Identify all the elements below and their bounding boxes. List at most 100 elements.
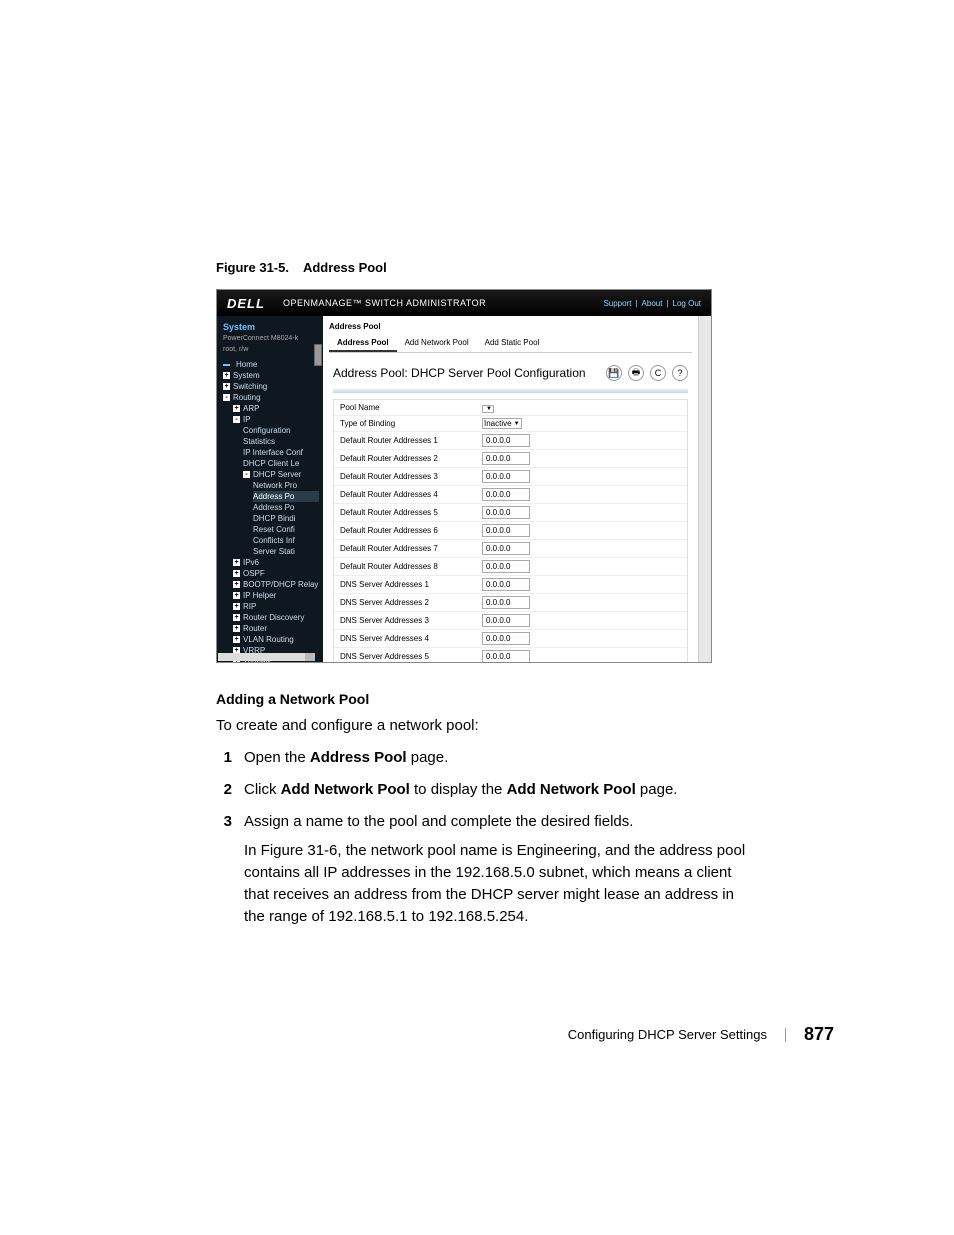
tree-item[interactable]: IP bbox=[233, 414, 319, 425]
link-about[interactable]: About bbox=[642, 299, 663, 308]
tree-item[interactable]: IP Helper bbox=[233, 590, 319, 601]
tree-item-label: DHCP Client Le bbox=[243, 458, 299, 469]
link-support[interactable]: Support bbox=[603, 299, 631, 308]
tree-item[interactable]: Configuration bbox=[243, 425, 319, 436]
step-text: Assign a name to the pool and complete t… bbox=[244, 811, 746, 928]
refresh-icon[interactable]: C bbox=[650, 365, 666, 381]
field-input[interactable]: 0.0.0.0 bbox=[482, 488, 530, 501]
tab[interactable]: Add Network Pool bbox=[397, 335, 477, 352]
print-icon[interactable]: 🖶 bbox=[628, 365, 644, 381]
tree-item[interactable]: IPv6 bbox=[233, 557, 319, 568]
field-row: Default Router Addresses 50.0.0.0 bbox=[334, 503, 687, 521]
home-icon bbox=[223, 364, 230, 366]
field-label: Default Router Addresses 8 bbox=[334, 559, 478, 574]
tree-item[interactable]: Conflicts Inf bbox=[253, 535, 319, 546]
sidebar-scrollbar[interactable] bbox=[314, 344, 322, 366]
tree-item[interactable]: Address Po bbox=[253, 491, 319, 502]
content-main: Address Pool Address PoolAdd Network Poo… bbox=[323, 316, 698, 662]
tree-item[interactable]: Router Discovery bbox=[233, 612, 319, 623]
field-row: Default Router Addresses 10.0.0.0 bbox=[334, 431, 687, 449]
expand-icon[interactable] bbox=[233, 614, 240, 621]
field-input[interactable]: 0.0.0.0 bbox=[482, 452, 530, 465]
expand-icon[interactable] bbox=[233, 592, 240, 599]
field-input[interactable]: 0.0.0.0 bbox=[482, 470, 530, 483]
page-number: 877 bbox=[804, 1024, 834, 1045]
field-input[interactable]: 0.0.0.0 bbox=[482, 596, 530, 609]
field-select[interactable]: Inactive▼ bbox=[482, 418, 522, 429]
figure-caption-title: Address Pool bbox=[303, 260, 387, 275]
tree-item[interactable]: Switching bbox=[223, 381, 319, 392]
field-input[interactable]: 0.0.0.0 bbox=[482, 614, 530, 627]
field-label: DNS Server Addresses 1 bbox=[334, 577, 478, 592]
expand-icon[interactable] bbox=[233, 603, 240, 610]
step: 1 Open the Address Pool page. bbox=[216, 747, 746, 769]
tree-item-label: ARP bbox=[243, 403, 259, 414]
expand-icon[interactable] bbox=[233, 570, 240, 577]
field-row: Default Router Addresses 7 0.0.0.0 bbox=[334, 539, 687, 557]
section-heading: Adding a Network Pool bbox=[216, 689, 746, 709]
tree-item[interactable]: System bbox=[223, 370, 319, 381]
field-input[interactable]: 0.0.0.0 bbox=[482, 542, 530, 555]
content-scrollbar[interactable] bbox=[698, 316, 711, 662]
expand-icon[interactable] bbox=[223, 372, 230, 379]
tree-item[interactable]: Address Po bbox=[253, 502, 319, 513]
tab[interactable]: Add Static Pool bbox=[477, 335, 548, 352]
tree-item[interactable]: Router bbox=[233, 623, 319, 634]
sidebar-hscroll[interactable] bbox=[218, 653, 315, 661]
field-input[interactable]: 0.0.0.0 bbox=[482, 650, 530, 662]
save-icon[interactable]: 💾 bbox=[606, 365, 622, 381]
chevron-down-icon: ▼ bbox=[514, 421, 520, 427]
tree-item[interactable]: Home bbox=[223, 359, 319, 370]
tree-item[interactable]: Reset Confi bbox=[253, 524, 319, 535]
collapse-icon[interactable] bbox=[223, 394, 230, 401]
field-input[interactable]: 0.0.0.0 bbox=[482, 560, 530, 573]
field-input[interactable]: 0.0.0.0 bbox=[482, 632, 530, 645]
collapse-icon[interactable] bbox=[243, 471, 250, 478]
tree-item[interactable]: DHCP Client Le bbox=[243, 458, 319, 469]
tree-item[interactable]: ARP bbox=[233, 403, 319, 414]
tab[interactable]: Address Pool bbox=[329, 335, 397, 352]
app-title: OPENMANAGE™ SWITCH ADMINISTRATOR bbox=[283, 298, 486, 308]
tree-item[interactable]: RIP bbox=[233, 601, 319, 612]
screenshot-frame: DELL OPENMANAGE™ SWITCH ADMINISTRATOR Su… bbox=[216, 289, 712, 663]
link-logout[interactable]: Log Out bbox=[673, 299, 701, 308]
field-select[interactable]: ▼ bbox=[482, 405, 494, 413]
expand-icon[interactable] bbox=[223, 383, 230, 390]
tree-item[interactable]: Routing bbox=[223, 392, 319, 403]
expand-icon[interactable] bbox=[233, 581, 240, 588]
nav-sidebar: System PowerConnect M8024-k root, r/w Ho… bbox=[217, 316, 323, 662]
tree-item[interactable]: Server Stati bbox=[253, 546, 319, 557]
collapse-icon[interactable] bbox=[233, 416, 240, 423]
sidebar-system[interactable]: System bbox=[223, 322, 319, 333]
field-input[interactable]: 0.0.0.0 bbox=[482, 578, 530, 591]
tree-item[interactable]: DHCP Server bbox=[243, 469, 319, 480]
field-input[interactable]: 0.0.0.0 bbox=[482, 434, 530, 447]
tree-item[interactable]: DHCP Bindi bbox=[253, 513, 319, 524]
field-input[interactable]: 0.0.0.0 bbox=[482, 524, 530, 537]
tree-item-label: VLAN Routing bbox=[243, 634, 294, 645]
tree-item[interactable]: Network Pro bbox=[253, 480, 319, 491]
expand-icon[interactable] bbox=[233, 636, 240, 643]
tree-item-label: RIP bbox=[243, 601, 256, 612]
divider bbox=[333, 389, 688, 393]
field-row: Pool Name▼ bbox=[334, 400, 687, 415]
field-label: Default Router Addresses 3 bbox=[334, 469, 478, 484]
field-row: DNS Server Addresses 1 0.0.0.0 bbox=[334, 575, 687, 593]
tree-item[interactable]: Statistics bbox=[243, 436, 319, 447]
tree-item[interactable]: BOOTP/DHCP Relay bbox=[233, 579, 319, 590]
page-title: Address Pool: DHCP Server Pool Configura… bbox=[333, 366, 586, 380]
help-icon[interactable]: ? bbox=[672, 365, 688, 381]
field-label: Default Router Addresses 7 bbox=[334, 541, 478, 556]
field-input[interactable]: 0.0.0.0 bbox=[482, 506, 530, 519]
tree-item-label: Router Discovery bbox=[243, 612, 304, 623]
figure-caption-prefix: Figure 31-5. bbox=[216, 260, 289, 275]
tree-item[interactable]: OSPF bbox=[233, 568, 319, 579]
tree-item-label: IP Helper bbox=[243, 590, 276, 601]
expand-icon[interactable] bbox=[233, 559, 240, 566]
expand-icon[interactable] bbox=[233, 625, 240, 632]
expand-icon[interactable] bbox=[233, 405, 240, 412]
tree-item[interactable]: VLAN Routing bbox=[233, 634, 319, 645]
tree-item-label: Address Po bbox=[253, 502, 294, 513]
tree-item[interactable]: IP Interface Conf bbox=[243, 447, 319, 458]
tree-item-label: Configuration bbox=[243, 425, 291, 436]
